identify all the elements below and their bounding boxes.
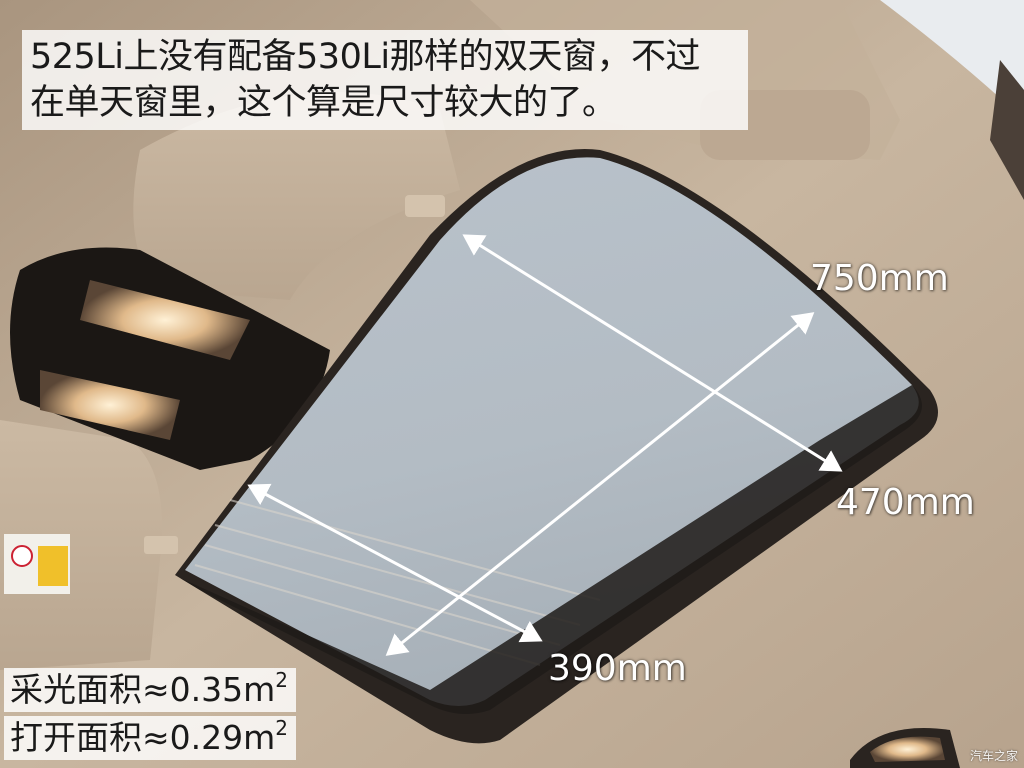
dimension-label-390: 390mm	[548, 648, 687, 689]
open-area-exponent: 2	[275, 716, 289, 740]
caption-line-1: 525Li上没有配备530Li那样的双天窗，不过	[30, 37, 701, 77]
dimension-label-750: 750mm	[810, 258, 949, 299]
light-area-label: 采光面积≈0.35m2	[4, 668, 297, 712]
dimension-label-470: 470mm	[836, 482, 975, 523]
open-area-label: 打开面积≈0.29m2	[4, 716, 297, 760]
caption-box: 525Li上没有配备530Li那样的双天窗，不过 在单天窗里，这个算是尺寸较大的…	[22, 30, 748, 130]
caption-line-2: 在单天窗里，这个算是尺寸较大的了。	[30, 83, 617, 123]
photo-stage: 525Li上没有配备530Li那样的双天窗，不过 在单天窗里，这个算是尺寸较大的…	[0, 0, 1024, 768]
light-area-exponent: 2	[275, 668, 289, 692]
open-area-text: 打开面积≈0.29m	[10, 718, 276, 757]
watermark: 汽车之家	[969, 749, 1018, 763]
light-area-text: 采光面积≈0.35m	[10, 670, 276, 709]
